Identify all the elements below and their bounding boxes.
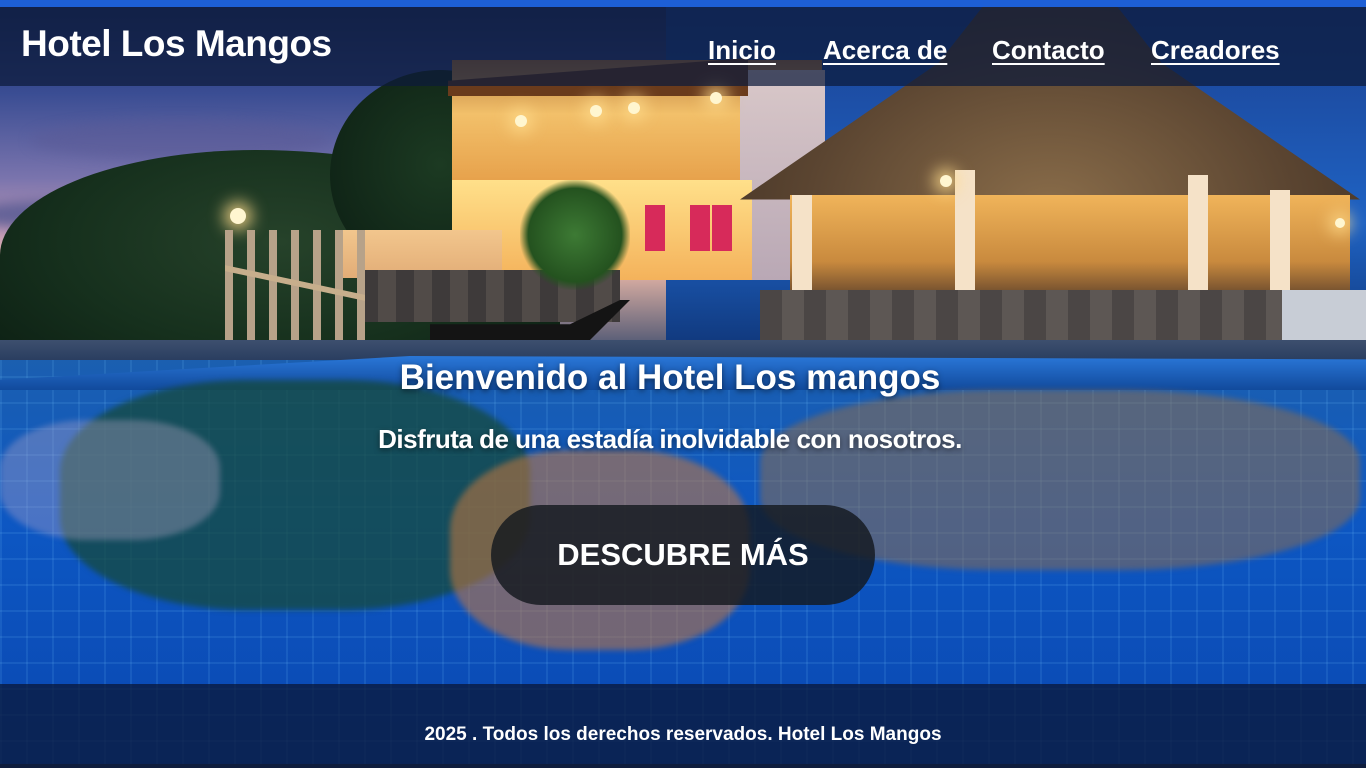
hero-title: Bienvenido al Hotel Los mangos [399,358,941,397]
palm-tree [520,180,630,290]
pillar [1188,175,1208,295]
lamp [628,102,640,114]
hero-subtitle: Disfruta de una estadía inolvidable con … [378,424,962,454]
discover-more-button[interactable]: DESCUBRE MÁS [491,505,875,605]
footer-copyright: 2025 . Todos los derechos reservados. Ho… [424,724,942,745]
fence [225,230,365,345]
window [690,205,710,251]
site-header: Hotel Los Mangos Inicio Acerca de Contac… [0,7,1366,86]
lamp [710,92,722,104]
lamp [590,105,602,117]
main-nav: Inicio Acerca de Contacto Creadores [0,35,1366,75]
lamp [940,175,952,187]
nav-link-creadores[interactable]: Creadores [1151,35,1280,66]
palapa-interior [790,195,1350,290]
lamp [1335,218,1345,228]
footer-bottom-line [0,764,1366,768]
window [645,205,665,251]
pillar [955,170,975,290]
top-accent-strip [0,0,1366,7]
landing-page: Hotel Los Mangos Inicio Acerca de Contac… [0,0,1366,768]
nav-link-acerca-de[interactable]: Acerca de [823,35,947,66]
nav-link-contacto[interactable]: Contacto [992,35,1105,66]
site-footer: 2025 . Todos los derechos reservados. Ho… [0,684,1366,768]
lamp [515,115,527,127]
nav-link-inicio[interactable]: Inicio [708,35,776,66]
window [712,205,732,251]
lamp [230,208,246,224]
